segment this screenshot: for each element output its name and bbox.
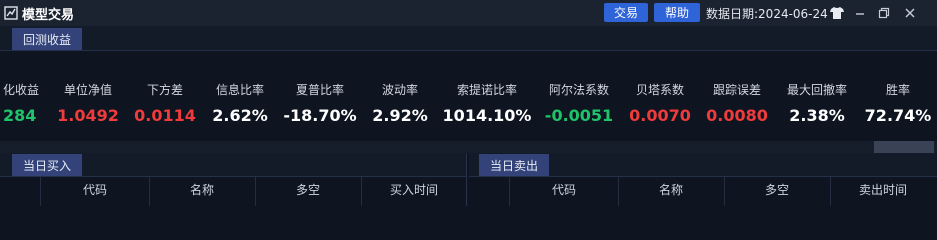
metric-value: -0.0051 [544, 106, 614, 125]
metric-label: 最大回撤率 [786, 83, 847, 97]
metric-label: 单位净值 [63, 83, 112, 97]
buy-panel: 当日买入 代码 名称 多空 买入时间 [0, 153, 467, 206]
column-header-name[interactable]: 名称 [150, 181, 254, 198]
metric-label: 信息比率 [215, 83, 264, 97]
metric-label: 化收益 [2, 83, 39, 97]
metric-label: 阿尔法系数 [548, 83, 609, 97]
column-divider [40, 177, 41, 206]
metric-value: 72.74% [864, 106, 932, 125]
metric-label: 贝塔系数 [635, 83, 684, 97]
scrollbar-thumb[interactable] [874, 141, 934, 153]
column-divider [509, 177, 510, 206]
metric-label: 索提诺比率 [456, 83, 517, 97]
column-header-direction[interactable]: 多空 [256, 181, 360, 198]
metric-value: 0.0114 [134, 106, 196, 125]
metric-value: 0.0080 [706, 106, 768, 125]
window-title: 模型交易 [22, 7, 75, 23]
metric-label: 下方差 [146, 83, 183, 97]
metric-value: 2.92% [372, 106, 428, 125]
sell-panel: 当日卖出 代码 名称 多空 卖出时间 [469, 153, 937, 206]
metric-value: 0.0070 [629, 106, 691, 125]
backtest-header-strip [0, 26, 937, 51]
help-button[interactable]: 帮助 [654, 3, 700, 22]
restore-icon[interactable] [875, 4, 893, 22]
metric-value: -18.70% [283, 106, 357, 125]
metric-label: 跟踪误差 [712, 83, 761, 97]
tab-backtest-returns[interactable]: 回测收益 [12, 28, 82, 50]
theme-shirt-icon[interactable] [828, 4, 846, 22]
metric-value: 2.38% [789, 106, 845, 125]
metric-label: 胜率 [885, 83, 910, 97]
app-icon [4, 6, 18, 20]
column-header-buy-time[interactable]: 买入时间 [362, 181, 466, 198]
column-header-direction[interactable]: 多空 [725, 181, 829, 198]
metrics-panel: 化收益 284 单位净值 1.0492 下方差 0.0114 信息比率 2.62… [0, 51, 937, 141]
metric-value: 1.0492 [57, 106, 119, 125]
close-icon[interactable] [901, 4, 919, 22]
metric-label: 夏普比率 [295, 83, 344, 97]
metric-value: 1014.10% [442, 106, 532, 125]
tab-today-sell[interactable]: 当日卖出 [479, 154, 549, 176]
column-header-code[interactable]: 代码 [511, 181, 617, 198]
data-date: 数据日期:2024-06-24 [706, 7, 828, 21]
column-header-sell-time[interactable]: 卖出时间 [831, 181, 935, 198]
metric-value: 2.62% [212, 106, 268, 125]
column-header-name[interactable]: 名称 [619, 181, 723, 198]
horizontal-scrollbar[interactable] [0, 141, 937, 153]
minimize-icon[interactable] [851, 4, 869, 22]
tab-today-buy[interactable]: 当日买入 [12, 154, 82, 176]
trade-button[interactable]: 交易 [604, 3, 648, 22]
metric-value: 284 [3, 106, 37, 125]
column-header-code[interactable]: 代码 [42, 181, 148, 198]
metric-label: 波动率 [381, 83, 418, 97]
